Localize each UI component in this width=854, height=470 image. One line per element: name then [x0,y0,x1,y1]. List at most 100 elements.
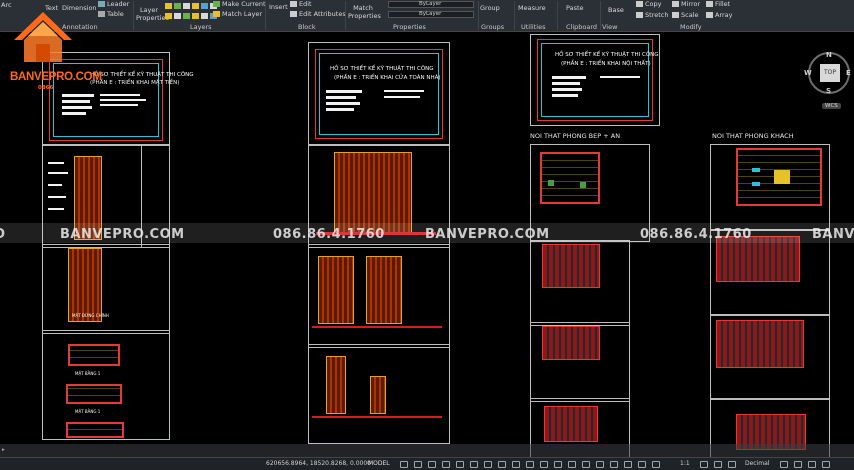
drawing-canvas[interactable]: HỒ SƠ THIẾT KẾ KỸ THUẬT THI CÔNG (PHẦN E… [0,32,854,458]
match-layer-button[interactable]: Match Layer [213,10,262,18]
leader-icon [98,1,105,7]
kitchen-plan [540,152,600,204]
layer-icons-row1[interactable] [165,2,219,10]
watermark-site-3: BANVEPRO.COM [812,227,854,242]
table-tool[interactable]: Table [98,10,124,18]
group-label-utilities: Utilities [521,23,546,31]
compass-south[interactable]: S [826,87,831,95]
mirror-icon [672,1,679,7]
floor-plan-1 [68,344,120,366]
customization-icon[interactable] [808,461,816,468]
sheet2-subtitle: (PHẦN E : TRIỂN KHAI CỬA TOÀN NHÀ) [334,75,441,81]
layer-icons-row2[interactable] [165,12,219,20]
grid-icon[interactable] [400,461,408,468]
auto-scale-icon[interactable] [596,461,604,468]
mirror-button[interactable]: Mirror [672,0,700,8]
edit-attributes-button[interactable]: Edit Attributes [290,10,346,18]
stretch-button[interactable]: Stretch [636,11,668,19]
3d-osnap-icon[interactable] [526,461,534,468]
compass-north[interactable]: N [826,51,832,59]
kitchen-elevation-2 [542,326,600,360]
ortho-icon[interactable] [428,461,436,468]
compass-west[interactable]: W [804,69,812,77]
clean-screen-icon[interactable] [794,461,802,468]
menu-icon[interactable] [822,461,830,468]
color-combo[interactable]: ByLayer [388,1,474,8]
lineweight-icon[interactable] [484,461,492,468]
house-logo-icon [14,12,72,62]
lock-ui-icon[interactable] [714,461,722,468]
layer-properties-button[interactable]: Layer Properties [136,6,169,22]
compass-east[interactable]: E [846,69,851,77]
insert-button[interactable]: Insert [269,3,288,11]
make-current-button[interactable]: Make Current [213,0,266,8]
section-living-title: NOI THAT PHONG KHACH [712,132,794,140]
annotation-visibility-icon[interactable] [582,461,590,468]
snap-icon[interactable] [414,461,422,468]
logo-subtext: 0866 [38,85,54,91]
transparency-icon[interactable] [498,461,506,468]
annotation-scale-icon[interactable] [610,461,618,468]
cover-sheet-2[interactable] [308,42,450,146]
quick-properties-icon[interactable] [700,461,708,468]
workspace-icon[interactable] [624,461,632,468]
mat-bang-1-label: MẶT BẰNG 1 [75,371,101,376]
mat-dung-label: MẶT ĐỨNG CHÍNH [72,313,109,318]
door-elevation-b [366,256,402,324]
group-label-block: Block [298,23,316,31]
hardware-acceleration-icon[interactable] [780,461,788,468]
section-kitchen-title: NOI THAT PHONG BEP + AN [530,132,621,140]
annotation-monitor-icon[interactable] [638,461,646,468]
units-display[interactable]: Decimal [745,460,769,467]
scale-icon [672,12,679,18]
viewcube-top-face[interactable]: TOP [820,64,840,82]
floor-plan-2 [66,384,122,404]
group-label-groups: Groups [481,23,505,31]
door-elevation-c [326,356,346,414]
door-elevation-d [370,376,386,414]
block-edit-button[interactable]: Edit [290,0,312,8]
sheet2-title: HỒ SƠ THIẾT KẾ KỸ THUẬT THI CÔNG [330,66,434,72]
otrack-icon[interactable] [470,461,478,468]
group-label-layers: Layers [190,23,212,31]
group-label-clipboard: Clipboard [566,23,598,31]
selection-cycling-icon[interactable] [512,461,520,468]
array-button[interactable]: Array [706,11,733,19]
group-button[interactable]: Group [480,4,500,12]
command-prompt-icon: ▸ [2,447,5,453]
group-label-properties: Properties [393,23,426,31]
polar-icon[interactable] [442,461,450,468]
command-line[interactable]: ▸ [0,444,854,457]
measure-button[interactable]: Measure [518,4,546,12]
fillet-button[interactable]: Fillet [706,0,730,8]
cover-sheet-3[interactable] [530,34,660,126]
mat-bang-2-label: MẶT BẰNG 1 [75,409,101,414]
edit-attributes-icon [290,11,297,17]
model-space-button[interactable]: MODEL [368,460,390,467]
match-layer-icon [213,11,220,17]
isolate-objects-icon[interactable] [728,461,736,468]
linetype-combo[interactable]: ByLayer [388,11,474,18]
sheet-facade-2[interactable] [42,244,170,334]
units-icon[interactable] [652,461,660,468]
gizmo-icon[interactable] [568,461,576,468]
group-label-view: View [602,23,618,31]
scale-button[interactable]: Scale [672,11,699,19]
osnap-icon[interactable] [456,461,464,468]
annotation-scale-value[interactable]: 1:1 [680,460,690,467]
sheet1-title: HỒ SƠ THIẾT KẾ KỸ THUẬT THI CÔNG [90,72,194,78]
wcs-menu[interactable]: WCS [822,103,841,109]
copy-icon [636,1,643,7]
table-icon [98,11,105,17]
viewcube[interactable]: TOP N S W E WCS [804,51,851,118]
base-button[interactable]: Base [608,6,624,14]
edit-icon [290,1,297,7]
sheet3-subtitle: (PHẦN E : TRIỂN KHAI NỘI THẤT) [561,61,651,67]
status-bar: 620656.8964, 18520.8268, 0.0000 MODEL 1:… [0,457,854,470]
copy-button[interactable]: Copy [636,0,662,8]
selection-filter-icon[interactable] [554,461,562,468]
dynamic-ucs-icon[interactable] [540,461,548,468]
match-properties-button[interactable]: Match Properties [348,4,381,20]
paste-button[interactable]: Paste [566,4,584,12]
leader-tool[interactable]: Leader [98,0,129,8]
